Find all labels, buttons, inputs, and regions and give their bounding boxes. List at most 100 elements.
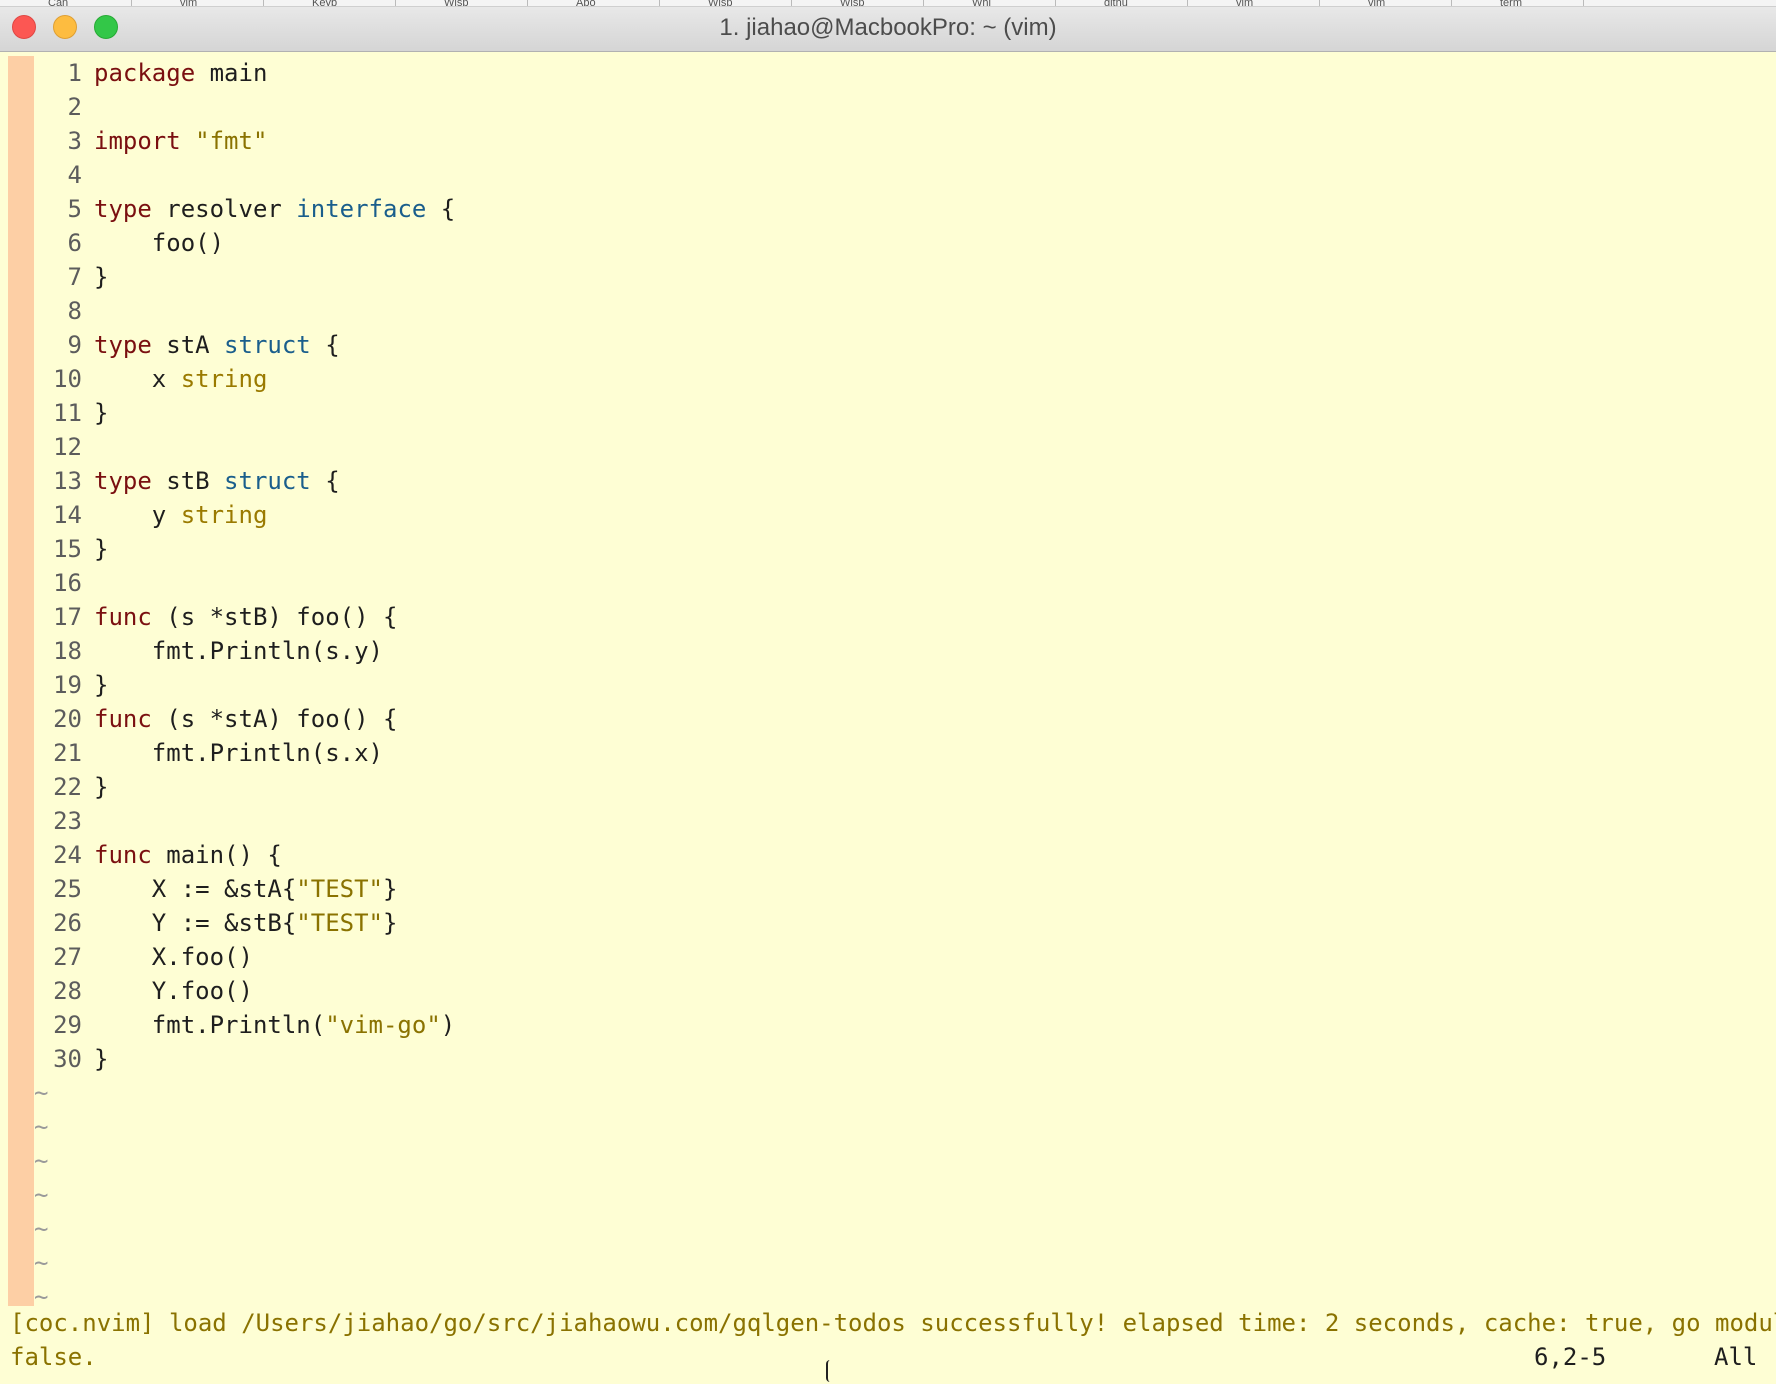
code-text[interactable]: type stA struct { bbox=[82, 328, 340, 362]
code-text[interactable] bbox=[82, 566, 94, 600]
line-number: 12 bbox=[53, 433, 82, 461]
line-number: 6 bbox=[67, 229, 82, 257]
code-text[interactable]: type stB struct { bbox=[82, 464, 340, 498]
line-number: 2 bbox=[67, 93, 82, 121]
line-number: 25 bbox=[53, 875, 82, 903]
cursor-position: 6,2-5 bbox=[1534, 1343, 1607, 1371]
code-text[interactable]: X := &stA{"TEST"} bbox=[82, 872, 398, 906]
line-number: 30 bbox=[53, 1045, 82, 1073]
code-text[interactable]: } bbox=[82, 532, 108, 566]
code-line[interactable]: 2 bbox=[34, 90, 1764, 124]
code-line[interactable]: 21 fmt.Println(s.x) bbox=[34, 736, 1764, 770]
code-text[interactable]: import "fmt" bbox=[82, 124, 267, 158]
code-line[interactable]: 11} bbox=[34, 396, 1764, 430]
code-line[interactable]: 5 type resolver interface { bbox=[34, 192, 1764, 226]
code-text[interactable]: } bbox=[82, 260, 108, 294]
empty-line-marker: ~ bbox=[34, 1249, 49, 1277]
code-line[interactable]: 14 y string bbox=[34, 498, 1764, 532]
minimize-window-button[interactable] bbox=[53, 15, 77, 39]
code-text[interactable]: } bbox=[82, 1042, 108, 1076]
code-line[interactable]: 23 bbox=[34, 804, 1764, 838]
code-line[interactable]: 8 bbox=[34, 294, 1764, 328]
line-number: 17 bbox=[53, 603, 82, 631]
code-buffer[interactable]: 1 package main 2 3 import "fmt" 4 5 type resolv… bbox=[34, 56, 1764, 1314]
message-line-1: [coc.nvim] load /Users/jiahao/go/src/jia… bbox=[10, 1309, 1776, 1337]
code-line[interactable]: 26 Y := &stB{"TEST"} bbox=[34, 906, 1764, 940]
line-number: 8 bbox=[67, 297, 82, 325]
window-title: 1. jiahao@MacbookPro: ~ (vim) bbox=[719, 14, 1057, 41]
code-text[interactable] bbox=[82, 158, 94, 192]
empty-line-marker: ~ bbox=[34, 1181, 49, 1209]
code-text[interactable]: fmt.Println(s.x) bbox=[82, 736, 383, 770]
line-number: 3 bbox=[67, 127, 82, 155]
code-line[interactable]: 6 foo() bbox=[34, 226, 1764, 260]
code-line[interactable]: 29 fmt.Println("vim-go") bbox=[34, 1008, 1764, 1042]
code-text[interactable]: package main bbox=[82, 56, 267, 90]
code-text[interactable] bbox=[82, 294, 94, 328]
code-line[interactable]: 15} bbox=[34, 532, 1764, 566]
line-number: 14 bbox=[53, 501, 82, 529]
line-number: 4 bbox=[67, 161, 82, 189]
line-number: 10 bbox=[53, 365, 82, 393]
code-line[interactable]: 20 func (s *stA) foo() { bbox=[34, 702, 1764, 736]
sign-column bbox=[8, 56, 34, 1306]
code-text[interactable]: x string bbox=[82, 362, 268, 396]
code-line[interactable]: 1 package main bbox=[34, 56, 1764, 90]
line-number: 9 bbox=[67, 331, 82, 359]
code-text[interactable]: Y := &stB{"TEST"} bbox=[82, 906, 398, 940]
code-line[interactable]: 17 func (s *stB) foo() { bbox=[34, 600, 1764, 634]
code-line[interactable]: 16 bbox=[34, 566, 1764, 600]
code-line[interactable]: 18 fmt.Println(s.y) bbox=[34, 634, 1764, 668]
code-line[interactable]: 10 x string bbox=[34, 362, 1764, 396]
empty-line-marker: ~ bbox=[34, 1079, 49, 1107]
close-window-button[interactable] bbox=[12, 15, 36, 39]
code-text[interactable]: Y.foo() bbox=[82, 974, 253, 1008]
code-text[interactable]: fmt.Println("vim-go") bbox=[82, 1008, 455, 1042]
line-number: 19 bbox=[53, 671, 82, 699]
code-text[interactable]: func main() { bbox=[82, 838, 282, 872]
code-text[interactable] bbox=[82, 804, 94, 838]
code-text[interactable] bbox=[82, 430, 94, 464]
code-text[interactable]: type resolver interface { bbox=[82, 192, 455, 226]
vim-editor[interactable]: 1 package main 2 3 import "fmt" 4 5 type resolv… bbox=[0, 52, 1776, 1384]
code-line[interactable]: 12 bbox=[34, 430, 1764, 464]
code-line[interactable]: 30} bbox=[34, 1042, 1764, 1076]
code-text[interactable]: foo() bbox=[82, 226, 224, 260]
line-number: 23 bbox=[53, 807, 82, 835]
code-text[interactable] bbox=[82, 90, 94, 124]
code-text[interactable]: func (s *stB) foo() { bbox=[82, 600, 397, 634]
code-line[interactable]: 9 type stA struct { bbox=[34, 328, 1764, 362]
code-line[interactable]: 4 bbox=[34, 158, 1764, 192]
code-text[interactable]: } bbox=[82, 668, 108, 702]
zoom-window-button[interactable] bbox=[94, 15, 118, 39]
code-text[interactable]: } bbox=[82, 770, 108, 804]
window-titlebar[interactable]: Can vim Keyb Wisp Abo Wisp Wisp Whi githu vim vim t… bbox=[0, 0, 1776, 52]
line-number: 16 bbox=[53, 569, 82, 597]
code-text[interactable]: fmt.Println(s.y) bbox=[82, 634, 383, 668]
line-number: 24 bbox=[53, 841, 82, 869]
mouse-ibeam-cursor-icon bbox=[826, 1360, 838, 1382]
code-line[interactable]: 25 X := &stA{"TEST"} bbox=[34, 872, 1764, 906]
code-text[interactable]: X.foo() bbox=[82, 940, 253, 974]
code-line[interactable]: 24 func main() { bbox=[34, 838, 1764, 872]
line-number: 20 bbox=[53, 705, 82, 733]
empty-line-marker: ~ bbox=[34, 1215, 49, 1243]
empty-line-marker: ~ bbox=[34, 1113, 49, 1141]
line-number: 5 bbox=[67, 195, 82, 223]
empty-line-marker: ~ bbox=[34, 1147, 49, 1175]
line-number: 13 bbox=[53, 467, 82, 495]
code-line[interactable]: 28 Y.foo() bbox=[34, 974, 1764, 1008]
line-number: 29 bbox=[53, 1011, 82, 1039]
code-line[interactable]: 3 import "fmt" bbox=[34, 124, 1764, 158]
line-number: 7 bbox=[67, 263, 82, 291]
code-line[interactable]: 27 X.foo() bbox=[34, 940, 1764, 974]
code-text[interactable]: } bbox=[82, 396, 108, 430]
code-text[interactable]: y string bbox=[82, 498, 268, 532]
code-line[interactable]: 13 type stB struct { bbox=[34, 464, 1764, 498]
code-line[interactable]: 7} bbox=[34, 260, 1764, 294]
code-line[interactable]: 22} bbox=[34, 770, 1764, 804]
code-text[interactable]: func (s *stA) foo() { bbox=[82, 702, 397, 736]
code-line[interactable]: 19} bbox=[34, 668, 1764, 702]
line-number: 22 bbox=[53, 773, 82, 801]
line-number: 27 bbox=[53, 943, 82, 971]
